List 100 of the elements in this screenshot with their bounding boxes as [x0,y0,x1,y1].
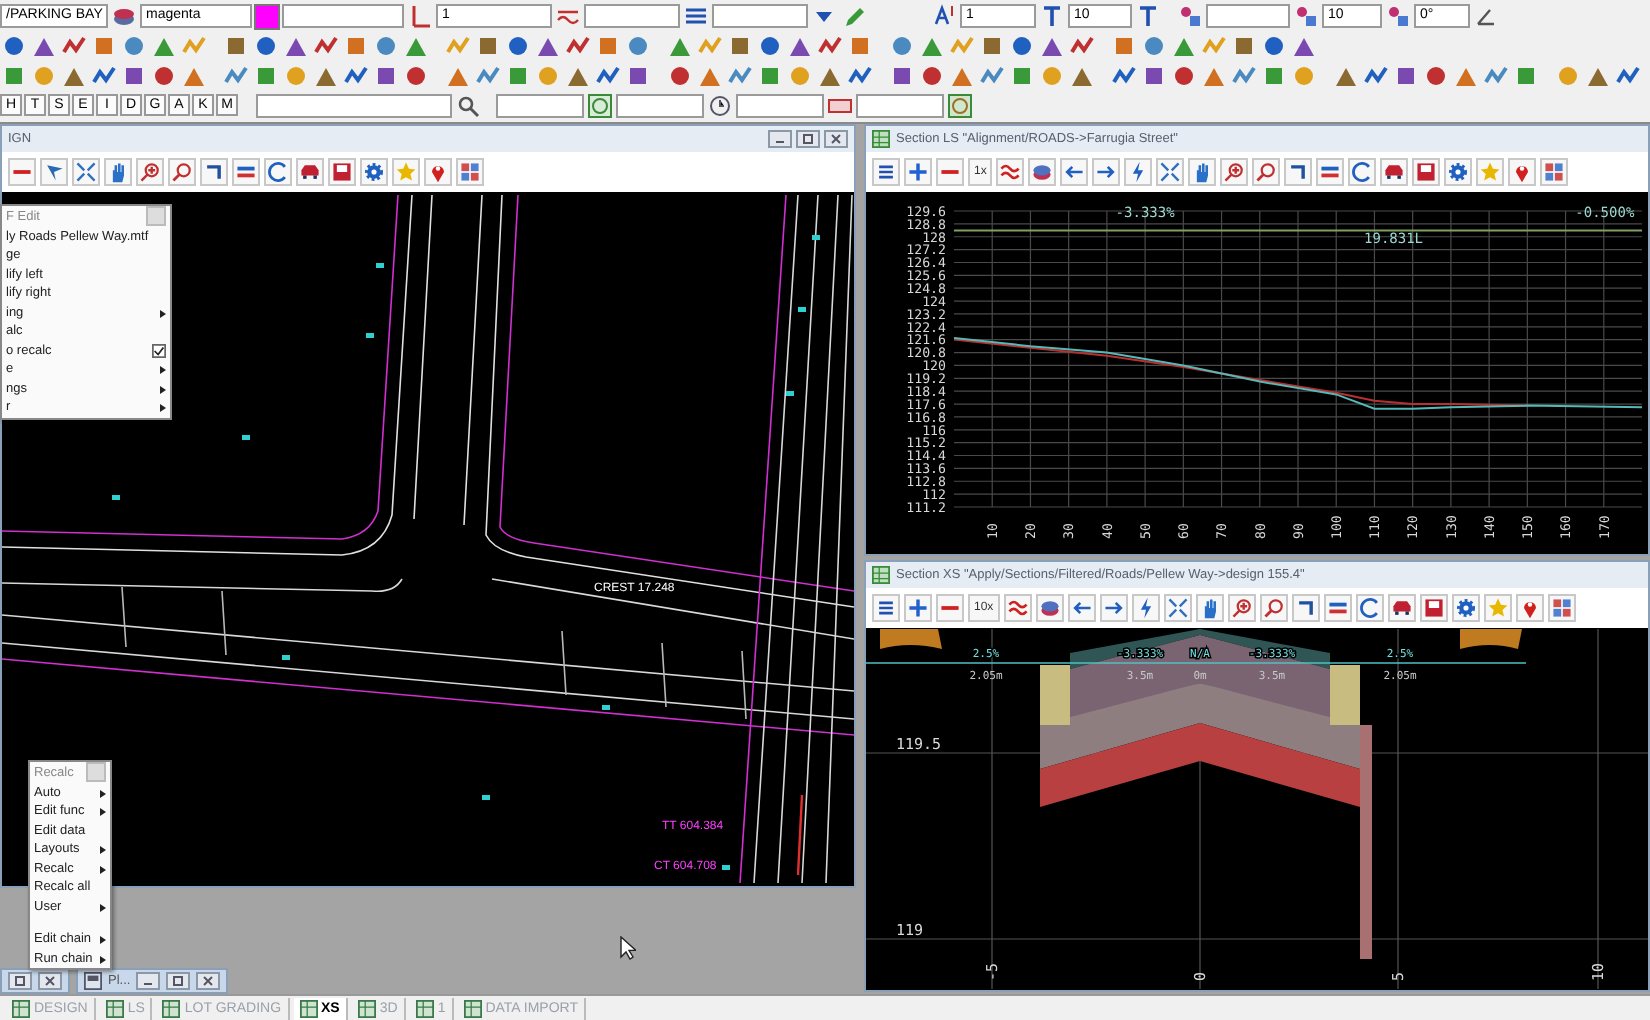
circle-icon[interactable] [666,63,694,88]
triangle-icon[interactable] [1170,34,1198,59]
close-icon[interactable] [824,129,848,148]
triangle-icon[interactable] [666,34,694,59]
settings-icon[interactable] [360,157,388,186]
empty-field[interactable] [736,93,824,118]
settings-icon[interactable] [1444,157,1473,186]
map-pin-icon[interactable] [424,157,452,186]
menu-icon[interactable] [872,593,900,622]
circle-icon[interactable] [372,34,400,59]
undo-icon[interactable] [1291,593,1320,622]
checkbox[interactable] [152,344,166,359]
circle-icon[interactable] [1422,63,1450,88]
zigzag-icon[interactable] [1230,63,1258,88]
triangle-icon[interactable] [150,34,178,59]
zoom-out-icon[interactable] [1252,157,1281,186]
circle-icon[interactable] [624,34,652,59]
minus-icon[interactable] [936,593,964,622]
equals-icon[interactable] [232,157,260,186]
square-icon[interactable] [1512,63,1540,88]
triangle-icon[interactable] [534,34,562,59]
grid-icon[interactable] [1547,593,1576,622]
refresh-icon[interactable] [1355,593,1384,622]
maximize-icon[interactable] [796,129,820,148]
star-icon[interactable] [1483,593,1512,622]
zigzag-icon[interactable] [1614,63,1642,88]
undo-icon[interactable] [200,157,228,186]
clock-icon[interactable] [706,93,734,118]
triangle-icon[interactable] [282,34,310,59]
grid-icon[interactable] [456,157,484,186]
square-icon[interactable] [594,34,622,59]
circle-icon[interactable] [0,34,28,59]
circle-icon[interactable] [1260,34,1288,59]
save-icon[interactable] [1412,157,1441,186]
triangle-icon[interactable] [786,34,814,59]
symbol-icon[interactable] [1176,4,1204,29]
grid-icon[interactable] [1540,157,1569,186]
triangle-icon[interactable] [312,63,340,88]
zigzag-icon[interactable] [564,34,592,59]
expand-arrows-icon[interactable] [72,157,100,186]
square-icon[interactable] [756,63,784,88]
globe-icon[interactable] [946,93,974,118]
triangle-icon[interactable] [60,63,88,88]
triangle-icon[interactable] [564,63,592,88]
equals-icon[interactable] [1316,157,1345,186]
empty-field[interactable] [496,93,584,118]
circle-icon[interactable] [918,63,946,88]
hand-icon[interactable] [1188,157,1217,186]
circle-icon[interactable] [1008,34,1036,59]
square-icon[interactable] [222,34,250,59]
symbol-icon[interactable] [1384,4,1412,29]
zigzag-icon[interactable] [846,63,874,88]
triangle-icon[interactable] [696,63,724,88]
square-icon[interactable] [0,63,28,88]
square-icon[interactable] [1230,34,1258,59]
map-pin-icon[interactable] [1508,157,1537,186]
star-icon[interactable] [392,157,420,186]
square-icon[interactable] [1140,63,1168,88]
zigzag-icon[interactable] [474,63,502,88]
empty-field[interactable] [856,93,944,118]
zigzag-icon[interactable] [90,63,118,88]
expand-arrows-icon[interactable] [1156,157,1185,186]
color-swatch[interactable] [254,3,280,30]
zoom-in-icon[interactable] [1227,593,1256,622]
square-icon[interactable] [846,34,874,59]
zigzag-icon[interactable] [816,34,844,59]
menu-icon[interactable] [872,157,900,186]
zigzag-icon[interactable] [342,63,370,88]
square-icon[interactable] [504,63,532,88]
zoom-out-icon[interactable] [1259,593,1288,622]
arrow-right-icon[interactable] [1092,157,1121,186]
lightning-icon[interactable] [1131,593,1160,622]
save-icon[interactable] [328,157,356,186]
text-icon[interactable] [1038,4,1066,29]
circle-icon[interactable] [888,34,916,59]
triangle-icon[interactable] [1200,63,1228,88]
circle-icon[interactable] [504,34,532,59]
restore-icon[interactable] [136,972,161,991]
circle-icon[interactable] [1140,34,1168,59]
expand-arrows-icon[interactable] [1163,593,1192,622]
triangle-icon[interactable] [1290,34,1318,59]
symbol-icon[interactable] [1292,4,1320,29]
square-icon[interactable] [1392,63,1420,88]
arrow-left-icon[interactable] [1060,157,1089,186]
minus-icon[interactable] [936,157,964,186]
circle-icon[interactable] [120,34,148,59]
zigzag-icon[interactable] [594,63,622,88]
zigzag-icon[interactable] [1110,63,1138,88]
triangle-icon[interactable] [1038,34,1066,59]
plus-icon[interactable] [904,593,932,622]
flag-icon[interactable] [40,157,68,186]
empty-field[interactable] [712,4,808,29]
equals-icon[interactable] [1323,593,1352,622]
square-icon[interactable] [1260,63,1288,88]
zigzag-icon[interactable] [978,63,1006,88]
lightning-icon[interactable] [1124,157,1153,186]
empty-field[interactable] [616,93,704,118]
square-icon[interactable] [120,63,148,88]
triangle-icon[interactable] [30,34,58,59]
text-icon[interactable] [1134,4,1162,29]
